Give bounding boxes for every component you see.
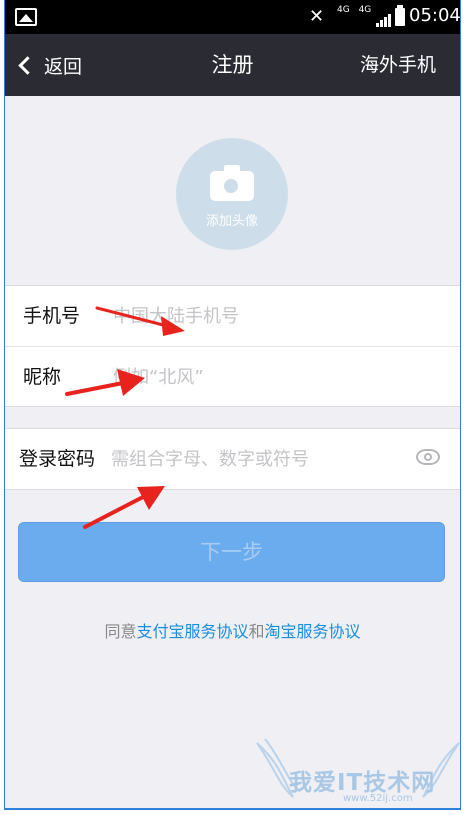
- profile-fields: 手机号 昵称: [5, 285, 460, 407]
- overseas-phone-button[interactable]: 海外手机: [360, 34, 436, 96]
- nickname-label: 昵称: [23, 366, 62, 388]
- nickname-row: 昵称: [5, 346, 460, 406]
- signal-icon: 4G 4G: [337, 5, 391, 29]
- agreement-joiner: 和: [248, 622, 265, 641]
- add-avatar-button[interactable]: 添加头像: [176, 138, 288, 250]
- phone-row: 手机号: [5, 286, 460, 346]
- back-label: 返回: [44, 55, 83, 78]
- phone-input[interactable]: [113, 296, 410, 336]
- agreement-text: 同意支付宝服务协议和淘宝服务协议: [5, 618, 460, 642]
- arrow-annotation-password: [83, 486, 165, 529]
- status-bar: ✕ 4G 4G 05:04: [5, 0, 460, 34]
- network-label-1: 4G: [337, 5, 350, 15]
- nav-bar: 返回 注册 海外手机: [5, 34, 460, 96]
- network-label-2: 4G: [358, 5, 372, 15]
- mute-icon: ✕: [309, 6, 325, 27]
- eye-icon[interactable]: [416, 449, 440, 465]
- watermark-text: 我爱IT技术网: [289, 770, 436, 796]
- nickname-input[interactable]: [113, 357, 410, 397]
- add-avatar-label: 添加头像: [205, 214, 258, 229]
- battery-icon: [395, 5, 405, 26]
- app-screen: ✕ 4G 4G 05:04 返回 注册 海外手机 添加头像 手机号 中国大陆手机…: [4, 0, 461, 810]
- password-input[interactable]: [111, 439, 410, 479]
- phone-label: 手机号: [23, 305, 81, 327]
- image-icon: [15, 8, 37, 26]
- next-button[interactable]: 下一步: [18, 522, 445, 582]
- password-row: 登录密码: [5, 429, 460, 489]
- back-button[interactable]: 返回: [17, 34, 82, 96]
- watermark-url: www.52ij.com: [343, 793, 413, 804]
- watermark-logo: 我爱IT技术网 www.52ij.com: [253, 735, 460, 808]
- agreement-prefix: 同意: [104, 622, 137, 641]
- password-fields: 登录密码: [5, 428, 460, 490]
- taobao-agreement-link[interactable]: 淘宝服务协议: [265, 622, 361, 641]
- status-time: 05:04: [409, 5, 461, 26]
- alipay-agreement-link[interactable]: 支付宝服务协议: [136, 622, 248, 641]
- password-label: 登录密码: [19, 448, 96, 470]
- chevron-left-icon: [18, 55, 37, 75]
